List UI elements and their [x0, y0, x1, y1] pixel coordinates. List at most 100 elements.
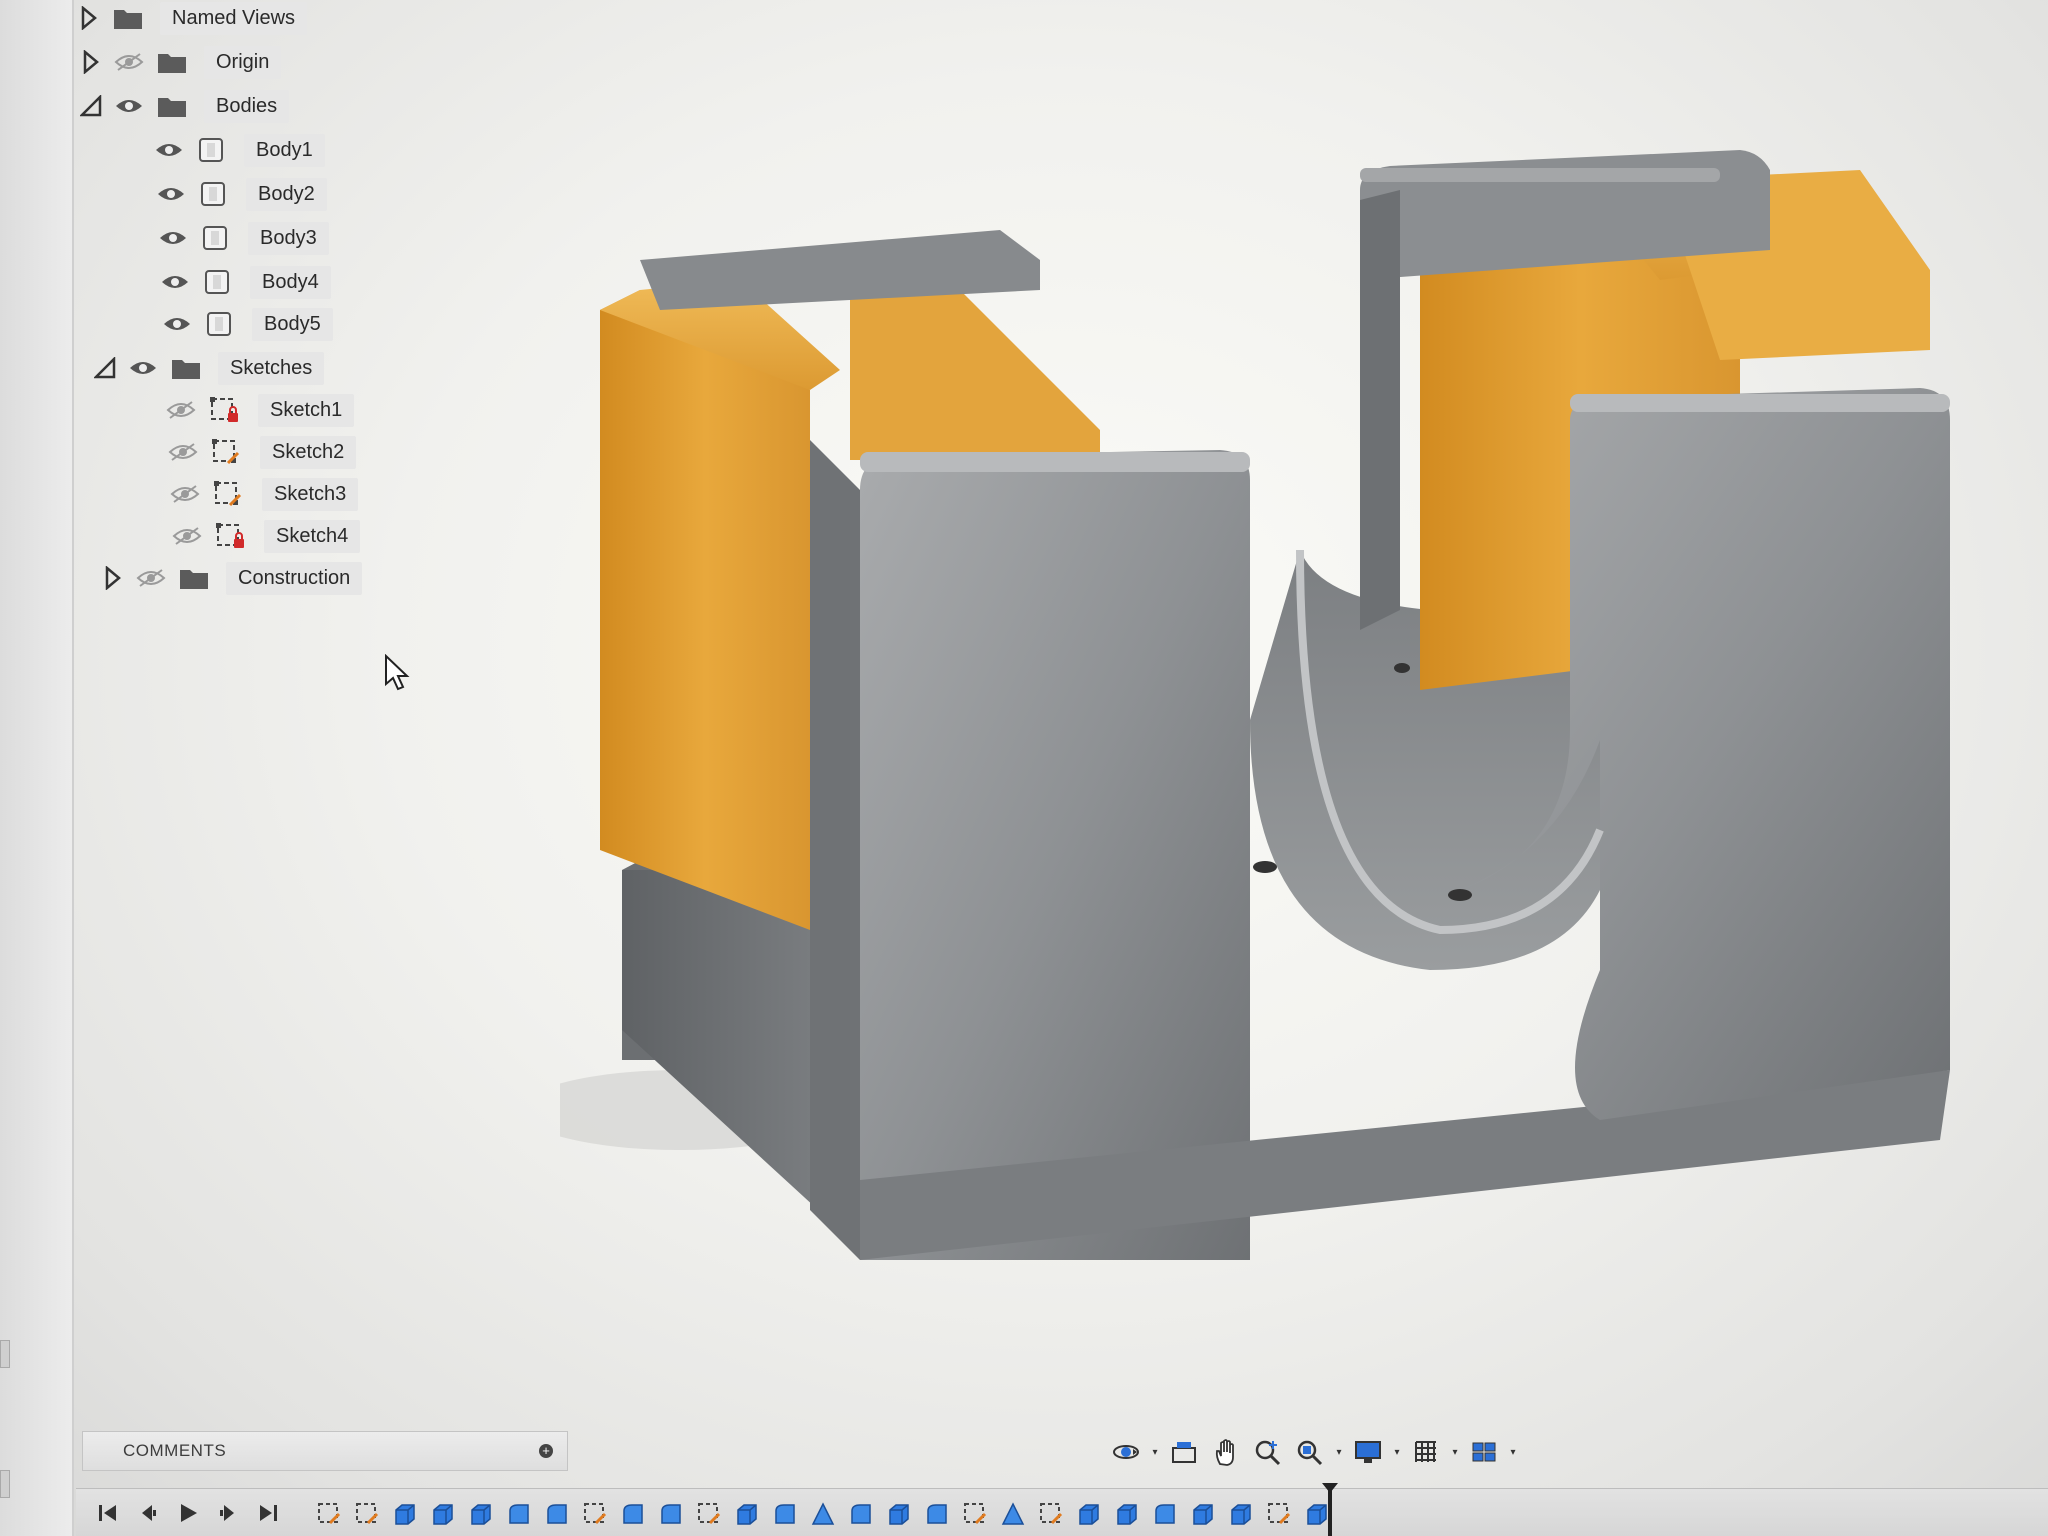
tree-item-body4[interactable]: Body4 [158, 264, 331, 300]
eye-icon[interactable] [126, 355, 160, 381]
tree-item-body2[interactable]: Body2 [154, 176, 327, 212]
timeline-feature-fillet-icon[interactable] [504, 1499, 534, 1529]
timeline-feature-draft-icon[interactable] [808, 1499, 838, 1529]
timeline-feature-extrude-icon[interactable] [1074, 1499, 1104, 1529]
folder-icon [154, 93, 190, 119]
3d-viewport[interactable] [520, 130, 1990, 1260]
collapsed-arrow-icon[interactable] [100, 565, 126, 591]
timeline-feature-extrude-icon[interactable] [428, 1499, 458, 1529]
timeline-feature-sketch-icon[interactable] [1264, 1499, 1294, 1529]
timeline-feature-extrude-icon[interactable] [732, 1499, 762, 1529]
go-to-end-icon[interactable] [254, 1497, 282, 1529]
body-icon [200, 267, 234, 297]
tree-item-body5[interactable]: Body5 [160, 306, 333, 342]
timeline-feature-fillet-icon[interactable] [542, 1499, 572, 1529]
timeline-feature-sketch-icon[interactable] [314, 1499, 344, 1529]
eye-hidden-icon[interactable] [168, 481, 202, 507]
eye-icon[interactable] [160, 311, 194, 337]
timeline-feature-fillet-icon[interactable] [770, 1499, 800, 1529]
timeline-feature-extrude-icon[interactable] [466, 1499, 496, 1529]
eye-hidden-icon[interactable] [170, 523, 204, 549]
collapsed-arrow-icon[interactable] [78, 49, 104, 75]
tree-item-body3[interactable]: Body3 [156, 220, 329, 256]
folder-icon [168, 355, 204, 381]
timeline-feature-fillet-icon[interactable] [1150, 1499, 1180, 1529]
tree-item-sketch3[interactable]: Sketch3 [168, 476, 359, 512]
timeline-feature-extrude-icon[interactable] [884, 1499, 914, 1529]
chevron-down-icon[interactable]: ▾ [1508, 1434, 1518, 1470]
add-comment-button[interactable]: + [539, 1444, 553, 1458]
collapsed-arrow-icon[interactable] [76, 5, 102, 31]
look-at-icon[interactable] [1166, 1434, 1202, 1470]
timeline-feature-fillet-icon[interactable] [656, 1499, 686, 1529]
eye-icon[interactable] [158, 269, 192, 295]
timeline-feature-extrude-icon[interactable] [1188, 1499, 1218, 1529]
tree-item-named-views[interactable]: Named Views [76, 0, 308, 36]
expanded-arrow-icon[interactable] [92, 355, 118, 381]
eye-icon[interactable] [156, 225, 190, 251]
chevron-down-icon[interactable]: ▾ [1450, 1434, 1460, 1470]
sketch-locked-icon [206, 394, 242, 426]
timeline-feature-sketch-icon[interactable] [694, 1499, 724, 1529]
display-settings-icon[interactable] [1350, 1434, 1386, 1470]
panel-collapse-handle[interactable] [0, 1340, 10, 1368]
tree-item-label: Sketch1 [258, 393, 355, 427]
tree-item-sketch1[interactable]: Sketch1 [164, 392, 355, 428]
fit-icon[interactable] [1292, 1434, 1328, 1470]
grid-icon[interactable] [1408, 1434, 1444, 1470]
timeline-feature-draft-icon[interactable] [998, 1499, 1028, 1529]
step-forward-icon[interactable] [214, 1497, 242, 1529]
comments-panel[interactable]: COMMENTS + [82, 1431, 568, 1471]
timeline-feature-extrude-icon[interactable] [1112, 1499, 1142, 1529]
tree-item-label: Origin [204, 45, 282, 79]
timeline-feature-extrude-icon[interactable] [390, 1499, 420, 1529]
left-plate-side [810, 440, 860, 1260]
folder-icon [176, 565, 212, 591]
eye-hidden-icon[interactable] [112, 49, 146, 75]
chevron-down-icon[interactable]: ▾ [1150, 1434, 1160, 1470]
tree-item-label: Sketch4 [264, 519, 361, 553]
timeline-feature-extrude-icon[interactable] [1226, 1499, 1256, 1529]
viewports-icon[interactable] [1466, 1434, 1502, 1470]
timeline-feature-sketch-icon[interactable] [352, 1499, 382, 1529]
timeline-feature-list [314, 1499, 1332, 1529]
eye-hidden-icon[interactable] [164, 397, 198, 423]
timeline-feature-fillet-icon[interactable] [846, 1499, 876, 1529]
timeline-feature-fillet-icon[interactable] [922, 1499, 952, 1529]
play-icon[interactable] [174, 1497, 202, 1529]
tree-item-label: Body2 [246, 177, 327, 211]
eye-icon[interactable] [112, 93, 146, 119]
fusion-workspace: Named Views Origin Bodies Body1 Body2 Bo… [0, 0, 2048, 1536]
timeline-controls [94, 1497, 282, 1529]
eye-hidden-icon[interactable] [166, 439, 200, 465]
orbit-icon[interactable] [1108, 1434, 1144, 1470]
pan-icon[interactable] [1208, 1434, 1244, 1470]
tree-item-sketch4[interactable]: Sketch4 [170, 518, 361, 554]
timeline-feature-sketch-icon[interactable] [580, 1499, 610, 1529]
body-icon [196, 179, 230, 209]
timeline-feature-sketch-icon[interactable] [1036, 1499, 1066, 1529]
tree-item-sketch2[interactable]: Sketch2 [166, 434, 357, 470]
tree-item-origin[interactable]: Origin [78, 44, 282, 80]
panel-collapse-handle[interactable] [0, 1470, 10, 1498]
go-to-start-icon[interactable] [94, 1497, 122, 1529]
tree-item-sketches[interactable]: Sketches [92, 350, 325, 386]
tree-item-label: Body5 [252, 307, 333, 341]
tree-item-label: Body3 [248, 221, 329, 255]
chevron-down-icon[interactable]: ▾ [1392, 1434, 1402, 1470]
tree-item-construction[interactable]: Construction [100, 560, 363, 596]
tree-item-body1[interactable]: Body1 [152, 132, 325, 168]
cad-model[interactable] [520, 130, 1990, 1260]
timeline-feature-sketch-icon[interactable] [960, 1499, 990, 1529]
tree-item-bodies[interactable]: Bodies [78, 88, 290, 124]
eye-hidden-icon[interactable] [134, 565, 168, 591]
expanded-arrow-icon[interactable] [78, 93, 104, 119]
step-back-icon[interactable] [134, 1497, 162, 1529]
eye-icon[interactable] [154, 181, 188, 207]
eye-icon[interactable] [152, 137, 186, 163]
timeline-marker[interactable] [1322, 1483, 1338, 1536]
zoom-icon[interactable] [1250, 1434, 1286, 1470]
timeline-feature-fillet-icon[interactable] [618, 1499, 648, 1529]
body-icon [194, 135, 228, 165]
chevron-down-icon[interactable]: ▾ [1334, 1434, 1344, 1470]
